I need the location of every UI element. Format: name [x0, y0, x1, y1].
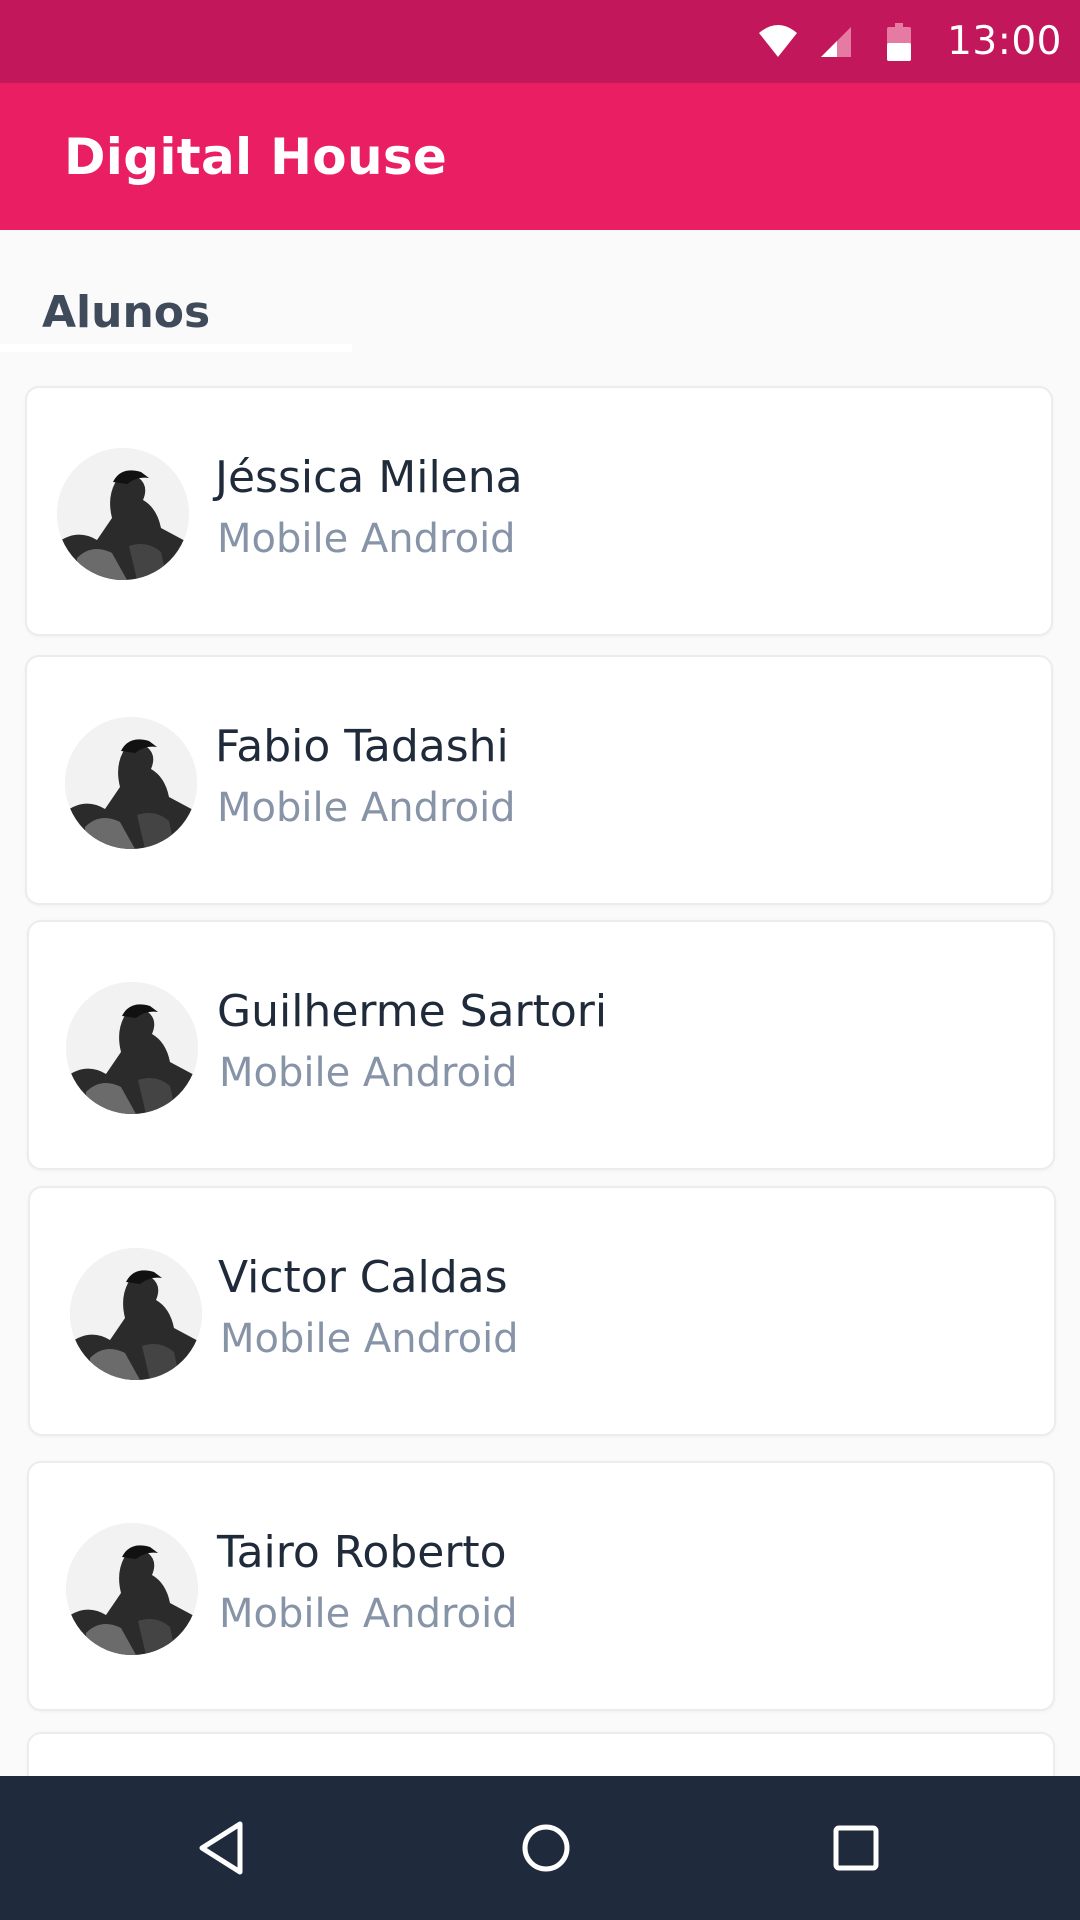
home-button[interactable]	[494, 1796, 598, 1900]
avatar	[57, 448, 189, 580]
section-underline	[0, 344, 352, 352]
student-photo-icon	[57, 448, 189, 580]
student-name: Tairo Roberto	[217, 1527, 507, 1578]
avatar	[66, 982, 198, 1114]
status-bar: 13:00	[0, 0, 1080, 83]
student-photo-icon	[65, 717, 197, 849]
student-list[interactable]: Jéssica Milena Mobile Android Fabio Tada…	[0, 0, 1080, 1776]
student-card-partial[interactable]	[27, 1732, 1055, 1776]
avatar	[70, 1248, 202, 1380]
student-course: Mobile Android	[219, 1050, 518, 1096]
student-card[interactable]: Victor Caldas Mobile Android	[28, 1186, 1056, 1436]
student-name: Jéssica Milena	[215, 452, 523, 503]
avatar	[66, 1523, 198, 1655]
battery-icon	[887, 22, 912, 61]
student-course: Mobile Android	[219, 1591, 518, 1637]
student-photo-icon	[70, 1248, 202, 1380]
section-header: Alunos	[0, 285, 352, 355]
student-name: Victor Caldas	[218, 1252, 508, 1303]
student-card[interactable]: Fabio Tadashi Mobile Android	[25, 655, 1053, 905]
recents-icon	[833, 1825, 879, 1871]
wifi-icon	[757, 21, 799, 63]
student-name: Fabio Tadashi	[215, 721, 509, 772]
student-name: Guilherme Sartori	[217, 986, 608, 1037]
navigation-bar	[0, 1776, 1080, 1920]
student-course: Mobile Android	[217, 516, 516, 562]
student-card[interactable]: Guilherme Sartori Mobile Android	[27, 920, 1055, 1170]
student-photo-icon	[66, 1523, 198, 1655]
back-button[interactable]	[170, 1796, 274, 1900]
status-time: 13:00	[947, 19, 1062, 64]
student-course: Mobile Android	[217, 785, 516, 831]
cellular-signal-icon	[817, 23, 855, 61]
home-icon	[522, 1824, 570, 1872]
back-icon	[199, 1821, 243, 1875]
student-card[interactable]: Jéssica Milena Mobile Android	[25, 386, 1053, 636]
recents-button[interactable]	[804, 1796, 908, 1900]
section-title: Alunos	[42, 287, 211, 338]
avatar	[65, 717, 197, 849]
student-card[interactable]: Tairo Roberto Mobile Android	[27, 1461, 1055, 1711]
student-course: Mobile Android	[220, 1316, 519, 1362]
app-title: Digital House	[64, 127, 448, 186]
app-bar: Digital House	[0, 83, 1080, 230]
student-photo-icon	[66, 982, 198, 1114]
